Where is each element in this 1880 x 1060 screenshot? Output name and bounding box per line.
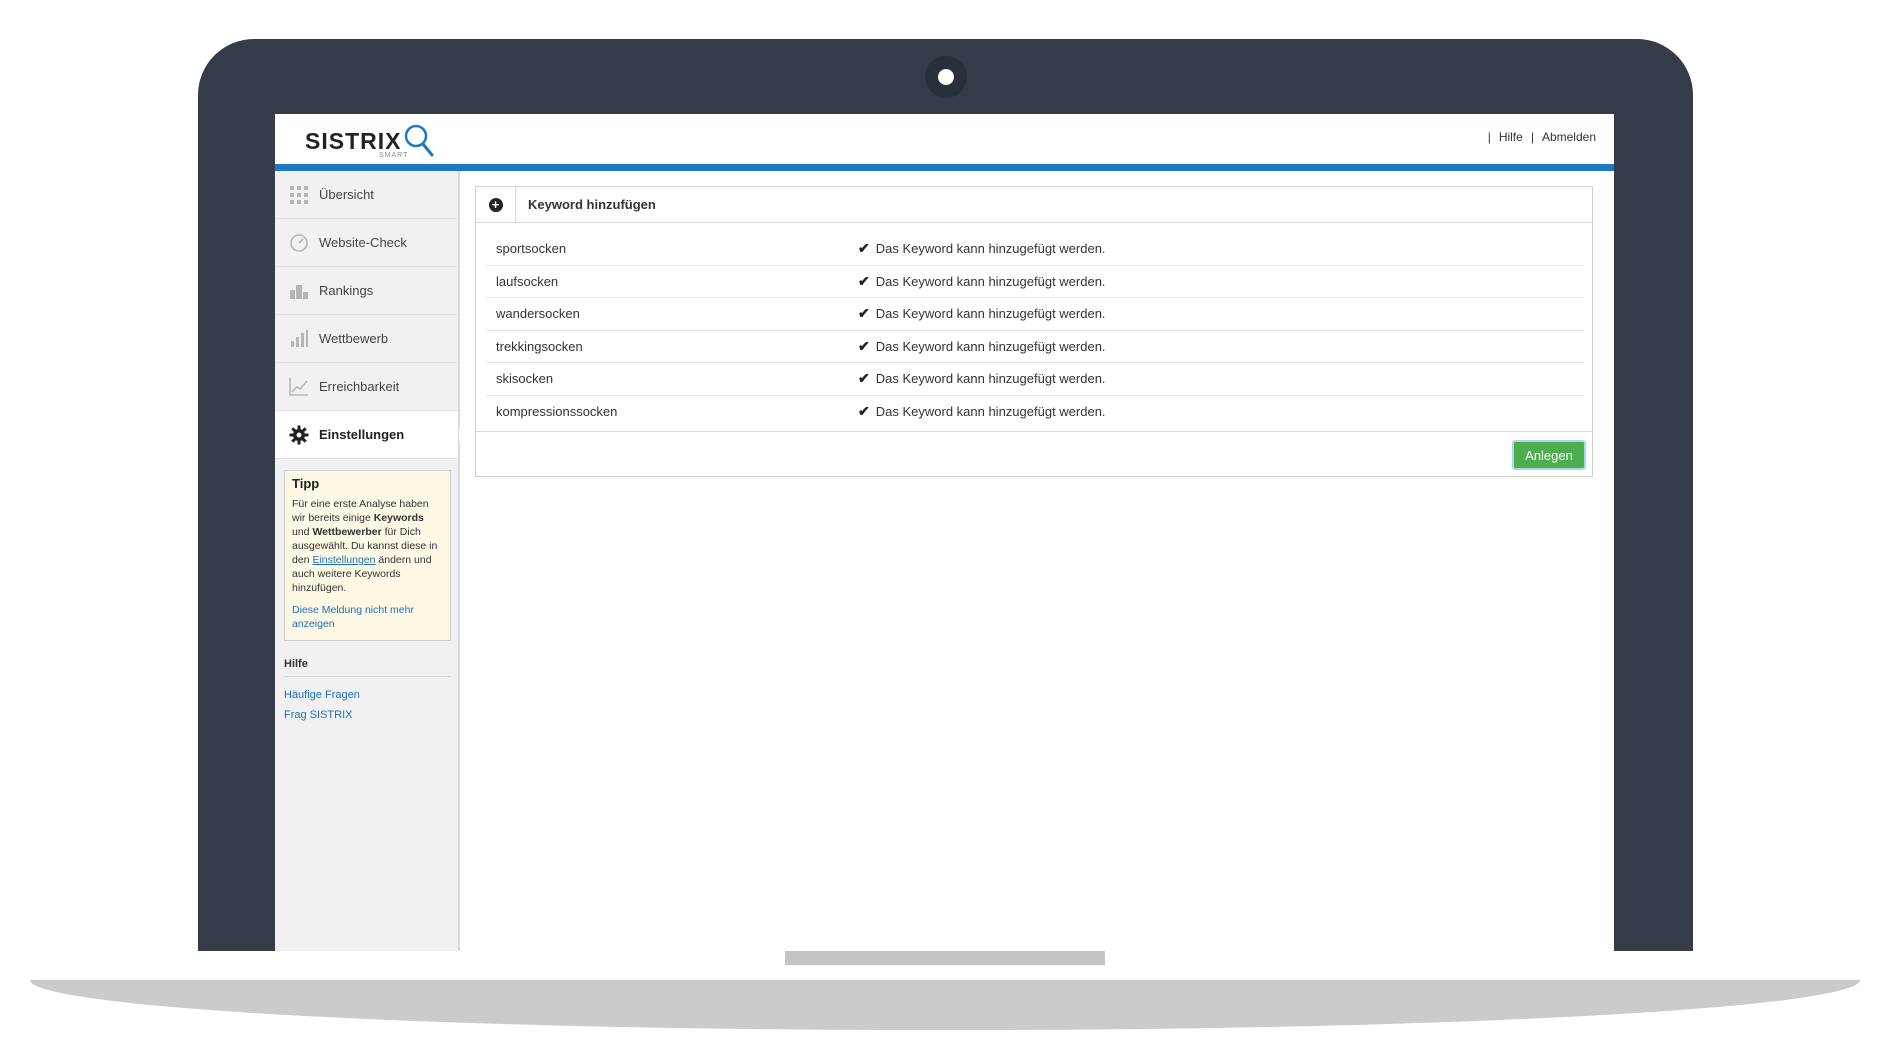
status-text: Das Keyword kann hinzugefügt werden. xyxy=(875,371,1106,387)
hilfe-links: Häufige Fragen Frag SISTRIX xyxy=(284,685,360,725)
sidebar-item-website-check[interactable]: Website-Check xyxy=(275,219,458,267)
sidebar: Übersicht Website-Check Rankings Wettbew… xyxy=(275,171,467,951)
status-text: Das Keyword kann hinzugefügt werden. xyxy=(875,338,1106,354)
keyword-cell: trekkingsocken xyxy=(496,338,583,354)
panel-header: + Keyword hinzufügen xyxy=(476,186,1592,223)
sistrix-logo[interactable]: SISTRIX SMART xyxy=(305,122,435,162)
sidebar-item-wettbewerb[interactable]: Wettbewerb xyxy=(275,315,458,363)
checkmark-icon: ✔ xyxy=(858,337,870,354)
checkmark-icon: ✔ xyxy=(858,272,870,289)
status-text: Das Keyword kann hinzugefügt werden. xyxy=(875,241,1106,257)
status-text: Das Keyword kann hinzugefügt werden. xyxy=(875,404,1106,420)
gear-icon xyxy=(289,425,309,445)
table-row: sportsocken ✔ Das Keyword kann hinzugefüg… xyxy=(486,233,1584,266)
anlegen-button[interactable]: Anlegen xyxy=(1512,440,1586,470)
plus-circle-icon: + xyxy=(488,197,503,212)
tipp-text: Für eine erste Analyse haben wir bereits… xyxy=(292,497,443,595)
status-cell: ✔ Das Keyword kann hinzugefügt werden. xyxy=(858,240,1106,257)
laptop-notch xyxy=(785,951,1105,965)
table-row: kompressionssocken ✔ Das Keyword kann hin… xyxy=(486,396,1584,429)
logo-text: SISTRIX xyxy=(305,128,402,154)
sidebar-item-label: Einstellungen xyxy=(319,427,405,442)
status-cell: ✔ Das Keyword kann hinzugefügt werden. xyxy=(858,305,1106,322)
sidebar-item-uebersicht[interactable]: Übersicht xyxy=(275,171,458,219)
table-row: laufsocken ✔ Das Keyword kann hinzugefügt… xyxy=(486,266,1584,298)
accent-bar xyxy=(275,164,1614,171)
bar-chart-icon xyxy=(291,330,308,347)
keyword-cell: wandersocken xyxy=(496,306,580,322)
keyword-cell: laufsocken xyxy=(496,273,559,289)
grid-icon xyxy=(290,186,308,204)
logo-subtitle: SMART xyxy=(379,152,409,159)
tipp-box: Tipp Für eine erste Analyse haben wir be… xyxy=(284,470,451,641)
faq-link[interactable]: Häufige Fragen xyxy=(284,689,360,701)
panel-footer: Anlegen xyxy=(476,431,1592,477)
gauge-icon xyxy=(290,234,308,252)
laptop-base xyxy=(30,980,1860,1030)
separator: | xyxy=(1530,130,1534,144)
keyword-table: sportsocken ✔ Das Keyword kann hinzugefüg… xyxy=(486,233,1584,428)
einstellungen-link[interactable]: Einstellungen xyxy=(312,554,375,566)
camera-icon xyxy=(925,56,967,98)
status-cell: ✔ Das Keyword kann hinzugefügt werden. xyxy=(858,370,1106,387)
sidebar-item-label: Website-Check xyxy=(319,235,407,250)
line-chart-icon xyxy=(289,378,308,396)
status-cell: ✔ Das Keyword kann hinzugefügt werden. xyxy=(858,403,1106,420)
tipp-bold: Keywords xyxy=(373,512,424,524)
hilfe-link[interactable]: Hilfe xyxy=(1499,130,1523,144)
status-text: Das Keyword kann hinzugefügt werden. xyxy=(875,273,1106,289)
keyword-cell: kompressionssocken xyxy=(496,404,618,420)
checkmark-icon: ✔ xyxy=(858,370,870,387)
podium-icon xyxy=(290,285,308,299)
keyword-panel: + Keyword hinzufügen sportsocken ✔ Das Ke… xyxy=(475,186,1593,477)
tipp-text-part: und xyxy=(292,526,313,538)
status-text: Das Keyword kann hinzugefügt werden. xyxy=(875,306,1106,322)
status-cell: ✔ Das Keyword kann hinzugefügt werden. xyxy=(858,338,1106,355)
sidebar-item-erreichbarkeit[interactable]: Erreichbarkeit xyxy=(275,363,458,411)
sidebar-item-label: Wettbewerb xyxy=(319,331,389,346)
sidebar-item-label: Übersicht xyxy=(319,187,374,202)
expand-toggle[interactable]: + xyxy=(476,186,516,223)
table-row: trekkingsocken ✔ Das Keyword kann hinzuge… xyxy=(486,331,1584,363)
dismiss-tipp-link[interactable]: Diese Meldung nicht mehr anzeigen xyxy=(292,603,443,631)
sidebar-item-label: Erreichbarkeit xyxy=(319,379,400,394)
keyword-cell: skisocken xyxy=(496,371,554,387)
status-cell: ✔ Das Keyword kann hinzugefügt werden. xyxy=(858,273,1106,290)
tipp-bold: Wettbewerber xyxy=(312,526,382,538)
sidebar-item-label: Rankings xyxy=(319,283,374,298)
abmelden-link[interactable]: Abmelden xyxy=(1542,130,1596,144)
panel-title: Keyword hinzufügen xyxy=(528,197,656,212)
checkmark-icon: ✔ xyxy=(858,305,870,322)
sidebar-item-einstellungen[interactable]: Einstellungen xyxy=(275,411,467,459)
keyword-cell: sportsocken xyxy=(496,241,567,257)
hilfe-heading: Hilfe xyxy=(284,658,451,677)
screen: SISTRIX SMART | Hilfe | Abmelden Übersic… xyxy=(275,114,1614,951)
tipp-title: Tipp xyxy=(292,476,320,491)
checkmark-icon: ✔ xyxy=(858,403,870,420)
separator: | xyxy=(1487,130,1491,144)
table-row: skisocken ✔ Das Keyword kann hinzugefügt … xyxy=(486,363,1584,396)
top-links: | Hilfe | Abmelden xyxy=(1480,130,1596,144)
sidebar-item-rankings[interactable]: Rankings xyxy=(275,267,458,315)
frag-sistrix-link[interactable]: Frag SISTRIX xyxy=(284,709,352,721)
checkmark-icon: ✔ xyxy=(858,240,870,257)
table-row: wandersocken ✔ Das Keyword kann hinzugefü… xyxy=(486,298,1584,331)
top-bar: SISTRIX SMART | Hilfe | Abmelden xyxy=(275,114,1614,164)
